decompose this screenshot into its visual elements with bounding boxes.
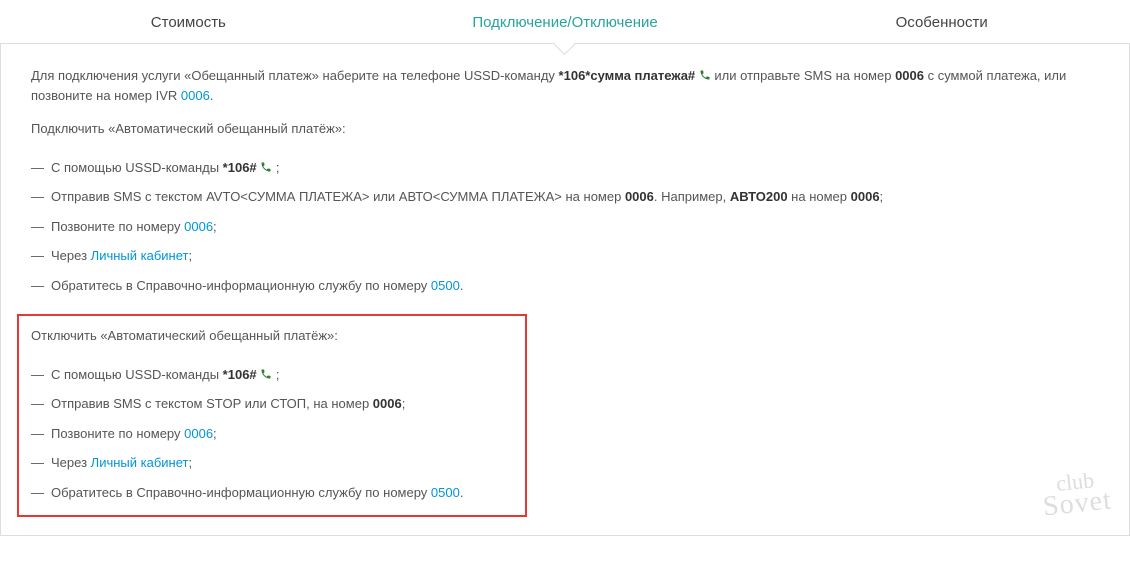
phone-icon <box>260 366 272 378</box>
text: . <box>210 88 214 103</box>
list-item: Обратитесь в Справочно-информационную сл… <box>31 478 513 508</box>
text: . Например, <box>654 189 730 204</box>
text: ; <box>188 248 192 263</box>
intro-paragraph: Для подключения услуги «Обещанный платеж… <box>31 66 1099 105</box>
cabinet-link[interactable]: Личный кабинет <box>91 455 189 470</box>
list-item: Через Личный кабинет; <box>31 241 1099 271</box>
tabs: Стоимость Подключение/Отключение Особенн… <box>0 0 1130 44</box>
list-item: Через Личный кабинет; <box>31 448 513 478</box>
ussd-code: *106*сумма платежа# <box>559 68 696 83</box>
phone-link[interactable]: 0006 <box>184 219 213 234</box>
support-link[interactable]: 0500 <box>431 485 460 500</box>
phone-link[interactable]: 0006 <box>184 426 213 441</box>
text: Обратитесь в Справочно-информационную сл… <box>51 485 431 500</box>
text: С помощью USSD-команды <box>51 367 223 382</box>
text: ; <box>213 219 217 234</box>
text: Через <box>51 455 91 470</box>
list-item: Отправив SMS с текстом STOP или СТОП, на… <box>31 389 513 419</box>
cabinet-link[interactable]: Личный кабинет <box>91 248 189 263</box>
sms-number: 0006 <box>895 68 924 83</box>
text: . <box>460 485 464 500</box>
text: Отправив SMS с текстом STOP или СТОП, на… <box>51 396 373 411</box>
tab-cost[interactable]: Стоимость <box>0 0 377 43</box>
content-panel: Для подключения услуги «Обещанный платеж… <box>0 44 1130 536</box>
phone-icon <box>699 67 711 79</box>
text: Обратитесь в Справочно-информационную сл… <box>51 278 431 293</box>
list-item: Позвоните по номеру 0006; <box>31 419 513 449</box>
connect-title: Подключить «Автоматический обещанный пла… <box>31 119 1099 139</box>
ussd-code: *106# <box>223 160 257 175</box>
list-item: Отправив SMS с текстом AVTO<СУММА ПЛАТЕЖ… <box>31 182 1099 212</box>
watermark: club Sovet <box>1040 469 1113 518</box>
support-link[interactable]: 0500 <box>431 278 460 293</box>
list-item: С помощью USSD-команды *106# ; <box>31 360 513 390</box>
number: 0006 <box>625 189 654 204</box>
number: 0006 <box>851 189 880 204</box>
text: Отправив SMS с текстом AVTO<СУММА ПЛАТЕЖ… <box>51 189 625 204</box>
text: ; <box>880 189 884 204</box>
list-item: С помощью USSD-команды *106# ; <box>31 153 1099 183</box>
text: Через <box>51 248 91 263</box>
number: 0006 <box>373 396 402 411</box>
tab-connect-disconnect[interactable]: Подключение/Отключение <box>377 0 754 43</box>
disconnect-list: С помощью USSD-команды *106# ; Отправив … <box>31 360 513 508</box>
text: Для подключения услуги «Обещанный платеж… <box>31 68 559 83</box>
text: или отправьте SMS на номер <box>714 68 895 83</box>
list-item: Обратитесь в Справочно-информационную сл… <box>31 271 1099 301</box>
ivr-link[interactable]: 0006 <box>181 88 210 103</box>
text: ; <box>272 367 279 382</box>
text: ; <box>402 396 406 411</box>
disconnect-highlight-box: Отключить «Автоматический обещанный плат… <box>17 314 527 517</box>
text: С помощью USSD-команды <box>51 160 223 175</box>
text: Позвоните по номеру <box>51 219 184 234</box>
text: ; <box>188 455 192 470</box>
watermark-line1: club <box>1040 469 1110 495</box>
tab-features[interactable]: Особенности <box>753 0 1130 43</box>
text: ; <box>213 426 217 441</box>
watermark-line2: Sovet <box>1042 488 1113 519</box>
disconnect-title: Отключить «Автоматический обещанный плат… <box>31 326 513 346</box>
example: АВТО200 <box>730 189 788 204</box>
text: Позвоните по номеру <box>51 426 184 441</box>
connect-list: С помощью USSD-команды *106# ; Отправив … <box>31 153 1099 301</box>
ussd-code: *106# <box>223 367 257 382</box>
text: . <box>460 278 464 293</box>
text: ; <box>272 160 279 175</box>
phone-icon <box>260 159 272 171</box>
list-item: Позвоните по номеру 0006; <box>31 212 1099 242</box>
text: на номер <box>788 189 851 204</box>
